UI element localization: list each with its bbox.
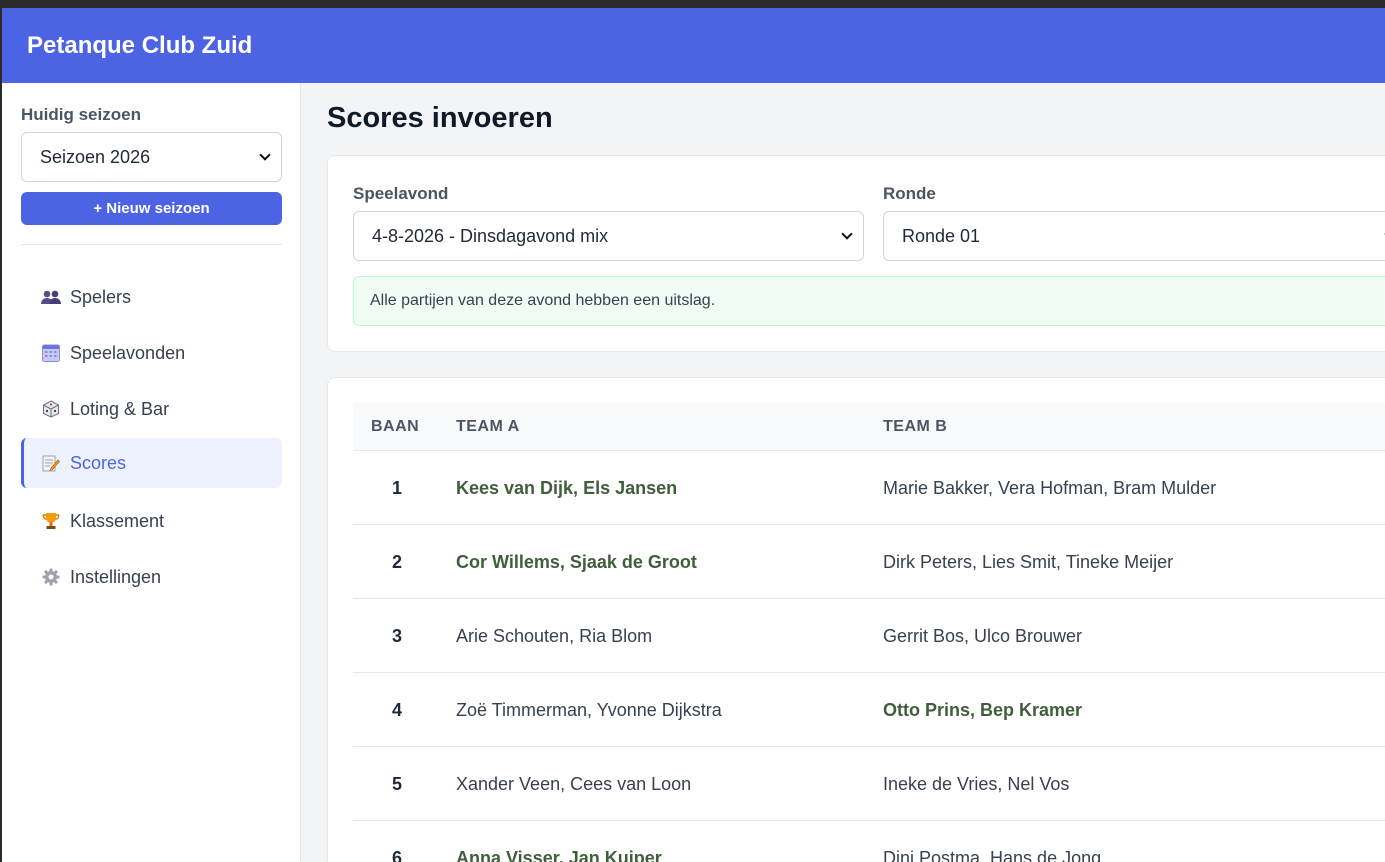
lane-number: 6 <box>391 847 402 862</box>
evening-select[interactable]: 4-8-2026 - Dinsdagavond mix <box>353 211 864 261</box>
sidebar-divider <box>21 244 282 245</box>
chevron-down-icon <box>841 228 853 240</box>
app-window: Petanque Club Zuid Huidig seizoen Seizoe… <box>2 8 1385 862</box>
season-select-value: Seizoen 2026 <box>40 146 151 167</box>
round-select-value: Ronde 01 <box>902 225 981 246</box>
lane-number: 3 <box>391 625 402 646</box>
team-b-cell: Dirk Peters, Lies Smit, Tineke Meijer <box>883 551 1174 572</box>
sidebar-item-label: Loting & Bar <box>70 398 170 419</box>
season-select[interactable]: Seizoen 2026 <box>21 132 282 182</box>
sidebar-item-spelers[interactable]: Spelers <box>21 272 282 322</box>
table-row[interactable]: 3 Arie Schouten, Ria Blom Gerrit Bos, Ulco… <box>353 599 1385 673</box>
evening-select-value: 4-8-2026 - Dinsdagavond mix <box>372 225 609 246</box>
sidebar-item-label: Instellingen <box>70 566 162 587</box>
season-label: Huidig seizoen <box>21 105 141 124</box>
players-icon <box>41 287 61 307</box>
gear-icon <box>41 567 61 587</box>
column-header-team-a: TEAM A <box>456 418 520 435</box>
filter-card: Speelavond 4-8-2026 - Dinsdagavond mix R… <box>327 155 1385 352</box>
calendar-icon <box>41 343 61 363</box>
evening-label: Speelavond <box>353 184 449 203</box>
team-a-cell: Kees van Dijk, Els Jansen <box>456 477 678 498</box>
team-b-cell: Marie Bakker, Vera Hofman, Bram Mulder <box>883 477 1217 498</box>
chevron-down-icon <box>259 149 271 161</box>
sidebar-item-speelavonden[interactable]: Speelavonden <box>21 328 282 378</box>
team-a-cell: Xander Veen, Cees van Loon <box>456 773 692 794</box>
team-b-cell: Gerrit Bos, Ulco Brouwer <box>883 625 1083 646</box>
team-a-cell: Zoë Timmerman, Yvonne Dijkstra <box>456 699 722 720</box>
sidebar-item-loting-bar[interactable]: Loting & Bar <box>21 384 282 434</box>
table-row[interactable]: 1 Kees van Dijk, Els Jansen Marie Bakker, … <box>353 451 1385 525</box>
top-bar: Petanque Club Zuid <box>2 8 1385 83</box>
scores-card: BAAN TEAM A TEAM B 1 Kees van Dijk, Els J… <box>327 377 1385 862</box>
dice-icon <box>41 399 61 419</box>
team-a-cell: Cor Willems, Sjaak de Groot <box>456 551 697 572</box>
lane-number: 2 <box>391 551 402 572</box>
sidebar-item-label: Scores <box>70 452 127 473</box>
lane-number: 5 <box>391 773 402 794</box>
table-row[interactable]: 2 Cor Willems, Sjaak de Groot Dirk Peters,… <box>353 525 1385 599</box>
team-a-cell: Arie Schouten, Ria Blom <box>456 625 653 646</box>
sidebar-item-label: Spelers <box>70 286 132 307</box>
status-notice: Alle partijen van deze avond hebben een … <box>353 276 1385 326</box>
table-row[interactable]: 4 Zoë Timmerman, Yvonne Dijkstra Otto Prin… <box>353 673 1385 747</box>
table-row[interactable]: 5 Xander Veen, Cees van Loon Ineke de Vrie… <box>353 747 1385 821</box>
sidebar-item-label: Speelavonden <box>70 342 186 363</box>
memo-icon <box>41 453 61 473</box>
table-row[interactable]: 6 Anna Visser, Jan Kuiper Dini Postma, Han… <box>353 821 1385 862</box>
team-b-cell: Dini Postma, Hans de Jong <box>883 847 1102 862</box>
new-season-button[interactable]: + Nieuw seizoen <box>21 192 282 225</box>
lane-number: 4 <box>391 699 402 720</box>
sidebar: Huidig seizoen Seizoen 2026 + Nieuw seiz… <box>2 83 301 862</box>
scores-table: BAAN TEAM A TEAM B 1 Kees van Dijk, Els J… <box>353 403 1385 862</box>
sidebar-item-scores[interactable]: Scores <box>21 438 282 488</box>
sidebar-item-klassement[interactable]: Klassement <box>21 496 282 546</box>
team-b-cell: Ineke de Vries, Nel Vos <box>883 773 1070 794</box>
team-b-cell: Otto Prins, Bep Kramer <box>883 699 1083 720</box>
sidebar-item-label: Klassement <box>70 510 165 531</box>
round-label: Ronde <box>883 184 936 203</box>
team-a-cell: Anna Visser, Jan Kuiper <box>456 847 662 862</box>
app-title: Petanque Club Zuid <box>27 31 253 59</box>
main-content: Scores invoeren Speelavond 4-8-2026 - Di… <box>302 83 1385 862</box>
column-header-baan: BAAN <box>371 418 420 435</box>
page-title: Scores invoeren <box>327 102 553 134</box>
trophy-icon <box>41 511 61 531</box>
lane-number: 1 <box>391 477 402 498</box>
table-body: 1 Kees van Dijk, Els Jansen Marie Bakker, … <box>353 451 1385 862</box>
round-select[interactable]: Ronde 01 <box>883 211 1385 261</box>
column-header-team-b: TEAM B <box>883 418 948 435</box>
table-header: BAAN TEAM A TEAM B <box>353 403 1385 451</box>
sidebar-item-instellingen[interactable]: Instellingen <box>21 552 282 602</box>
